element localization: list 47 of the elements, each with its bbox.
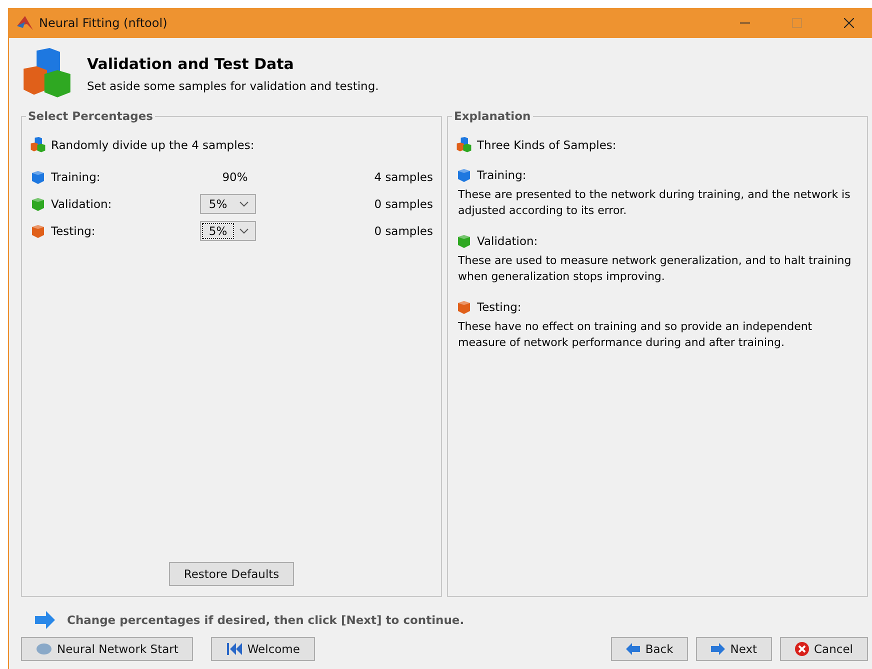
cube-icon [456, 233, 472, 249]
cubes-icon [456, 137, 472, 153]
brain-button[interactable]: Neural Network Start [21, 637, 194, 661]
page-subtitle: Set aside some samples for validation and testing. [87, 79, 379, 93]
hint-text: Change percentages if desired, then click [Next] to continue. [67, 613, 464, 627]
percent-value: 90% [221, 170, 249, 184]
intro-text: Three Kinds of Samples: [477, 138, 616, 152]
row-label: Testing: [51, 224, 96, 238]
close-icon[interactable] [844, 18, 854, 28]
cancel-icon [795, 642, 810, 656]
back-button[interactable]: Back [611, 637, 688, 661]
restore-defaults-button[interactable]: Restore Defaults [168, 562, 294, 586]
percent-dropdown[interactable]: 5% [200, 194, 256, 214]
row-label: Validation: [51, 196, 112, 210]
panel-title: Select Percentages [26, 109, 155, 123]
section-heading: Validation: [477, 234, 538, 248]
window-title: Neural Fitting (nftool) [39, 16, 168, 30]
intro-text: Randomly divide up the 4 samples: [51, 138, 254, 152]
percent-dropdown[interactable]: 5% [200, 220, 256, 240]
cube-icon [30, 222, 46, 238]
right-arrow-icon [35, 611, 55, 629]
sample-count: 0 samples [373, 224, 433, 238]
panel-title: Explanation [452, 109, 533, 123]
app-logo-icon [17, 16, 33, 30]
page-title: Validation and Test Data [87, 55, 295, 73]
cube-icon [30, 168, 46, 184]
explanation-text: These are used to measure network generalization, and to halt training when generalization stops improving. [458, 253, 852, 285]
next-button[interactable]: Next [696, 637, 772, 661]
sample-count: 0 samples [373, 196, 433, 210]
cube-icon [456, 167, 472, 183]
explanation-text: These have no effect on training and so provide an independent measure of network performance during and after training. [458, 319, 814, 351]
chevron-down-icon [239, 228, 249, 234]
cubes-icon [30, 137, 46, 153]
cube-icon [30, 196, 46, 212]
explanation-text: These are presented to the network during training, and the network is adjusted according to its error. [458, 187, 852, 219]
left-arrow-icon [626, 643, 640, 655]
rewind-icon [226, 643, 242, 655]
rewind-button[interactable]: Welcome [211, 637, 315, 661]
section-heading: Testing: [477, 300, 522, 314]
right-arrow-icon [711, 643, 726, 655]
sample-count: 4 samples [373, 170, 433, 184]
cubes-icon [21, 48, 73, 100]
section-heading: Training: [477, 168, 526, 182]
chevron-down-icon [239, 200, 249, 206]
cube-icon [456, 299, 472, 315]
cancel-button[interactable]: Cancel [780, 637, 868, 661]
row-label: Training: [51, 170, 100, 184]
